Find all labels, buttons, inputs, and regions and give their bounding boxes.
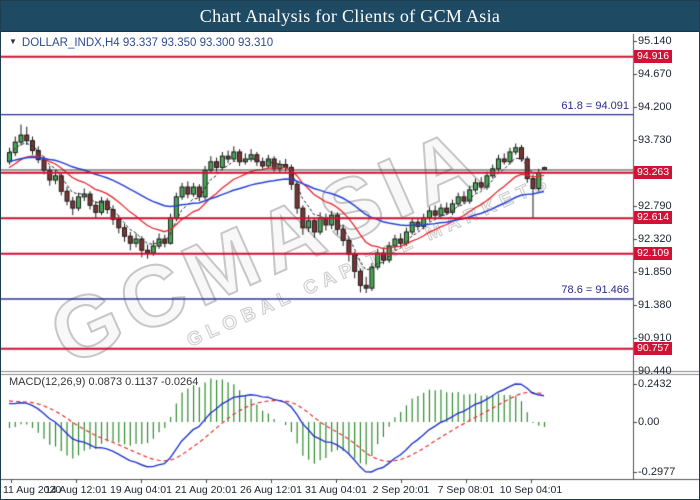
chart-window: Chart Analysis for Clients of GCM Asia G… <box>0 0 700 500</box>
candlestick-chart-canvas[interactable] <box>1 1 700 500</box>
